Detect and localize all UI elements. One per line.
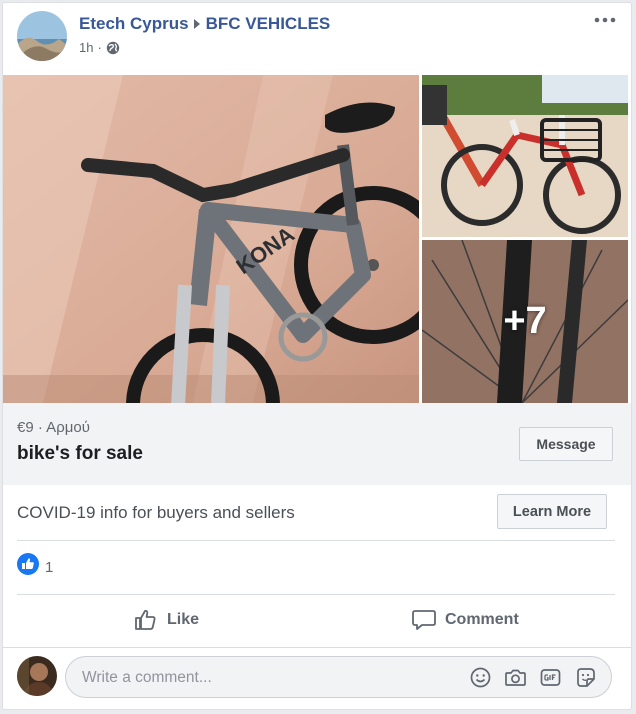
meta-separator: · — [97, 40, 102, 55]
like-count[interactable]: 1 — [45, 559, 53, 576]
post-meta: 1h · — [79, 40, 120, 55]
comment-button[interactable]: Comment — [411, 608, 519, 632]
post-card: Etech Cyprus BFC VEHICLES 1h · KONA +7 €… — [2, 2, 632, 710]
like-button[interactable]: Like — [133, 608, 199, 632]
comment-label: Comment — [445, 611, 519, 628]
page-avatar[interactable] — [17, 11, 67, 61]
divider — [17, 540, 615, 541]
message-button[interactable]: Message — [519, 427, 613, 461]
camera-icon[interactable] — [504, 666, 527, 689]
gif-icon[interactable] — [539, 666, 562, 689]
like-label: Like — [167, 611, 200, 628]
photo-main[interactable]: KONA — [3, 75, 419, 403]
thumbs-up-icon — [135, 610, 156, 630]
post-title-line: Etech Cyprus BFC VEHICLES — [79, 14, 330, 34]
globe-icon[interactable] — [106, 41, 120, 55]
divider — [17, 594, 615, 595]
price-location: €9 · Αρμού — [17, 419, 90, 436]
user-avatar[interactable] — [17, 656, 57, 696]
covid-info-text: COVID-19 info for buyers and sellers — [17, 503, 295, 522]
post-time[interactable]: 1h — [79, 40, 93, 55]
comment-tools — [469, 666, 597, 689]
arrow-right-icon — [193, 19, 200, 29]
like-reaction-icon[interactable] — [17, 553, 39, 575]
photo-bottom-right[interactable]: +7 — [422, 240, 628, 403]
comment-input[interactable]: Write a comment... — [65, 656, 612, 698]
comment-placeholder: Write a comment... — [82, 669, 212, 686]
listing-title[interactable]: bike's for sale — [17, 443, 143, 465]
divider — [3, 647, 631, 648]
author-link[interactable]: Etech Cyprus — [79, 14, 189, 34]
group-link[interactable]: BFC VEHICLES — [206, 14, 331, 34]
learn-more-button[interactable]: Learn More — [497, 494, 607, 529]
photo-top-right[interactable] — [422, 75, 628, 237]
sticker-icon[interactable] — [574, 666, 597, 689]
more-horizontal-icon[interactable] — [593, 11, 617, 29]
listing-panel: €9 · Αρμού bike's for sale Message — [3, 403, 631, 485]
more-photos-count[interactable]: +7 — [422, 240, 628, 403]
emoji-icon[interactable] — [469, 666, 492, 689]
comment-icon — [412, 610, 436, 630]
